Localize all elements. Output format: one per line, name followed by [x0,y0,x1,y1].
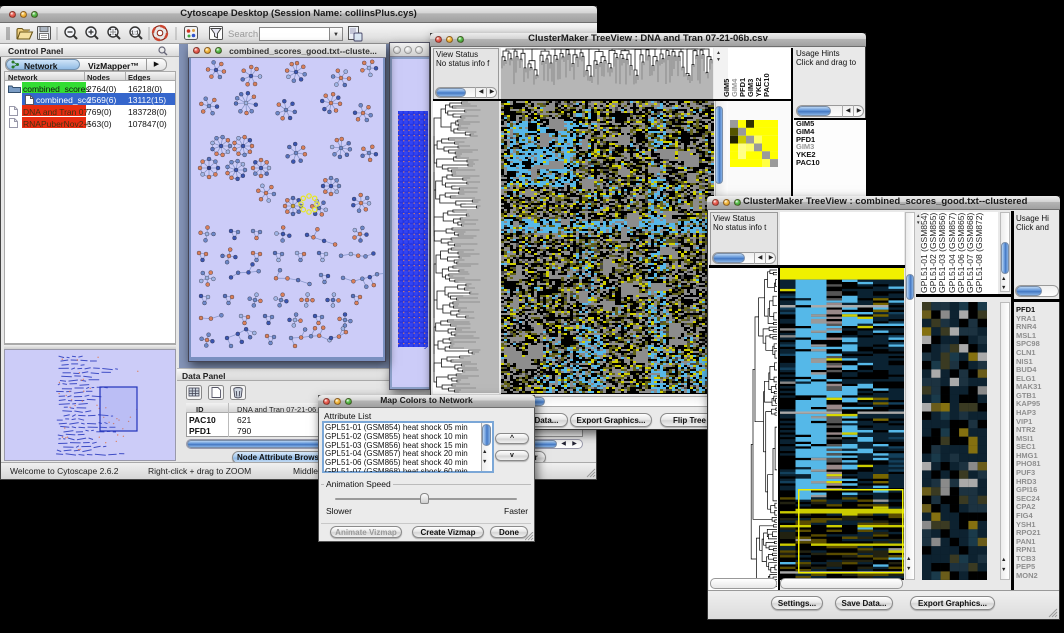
svg-text:1:1: 1:1 [131,30,139,36]
svg-text:Search:: Search: [228,29,261,40]
